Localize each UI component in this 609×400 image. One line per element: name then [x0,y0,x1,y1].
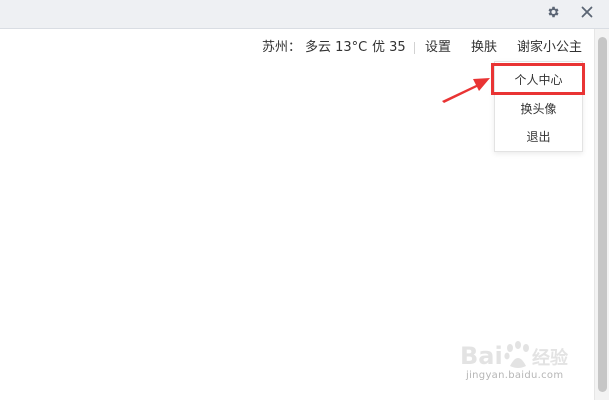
close-icon [581,6,593,18]
settings-button[interactable] [543,2,563,22]
weather-aqi: 优 35 [372,40,406,55]
watermark-url: jingyan.baidu.com [466,370,564,381]
annotation-arrow-icon [442,78,490,103]
vertical-scrollbar[interactable] [594,29,609,400]
svg-text:Bai: Bai [460,342,503,370]
menu-item-change-avatar[interactable]: 换头像 [495,97,582,121]
weather-condition: 多云 13°C [305,40,368,55]
nav-divider [414,42,415,54]
svg-text:经验: 经验 [532,347,569,369]
skin-link[interactable]: 换肤 [471,38,497,58]
settings-link[interactable]: 设置 [425,38,451,58]
user-menu-trigger[interactable]: 谢家小公主 [517,38,582,58]
window-titlebar [0,0,609,29]
close-button[interactable] [577,2,597,22]
gear-icon [548,6,559,18]
menu-item-logout[interactable]: 退出 [495,125,582,149]
weather-city: 苏州： [262,40,302,55]
scrollbar-thumb[interactable] [598,37,607,392]
annotation-highlight-box [491,63,585,95]
